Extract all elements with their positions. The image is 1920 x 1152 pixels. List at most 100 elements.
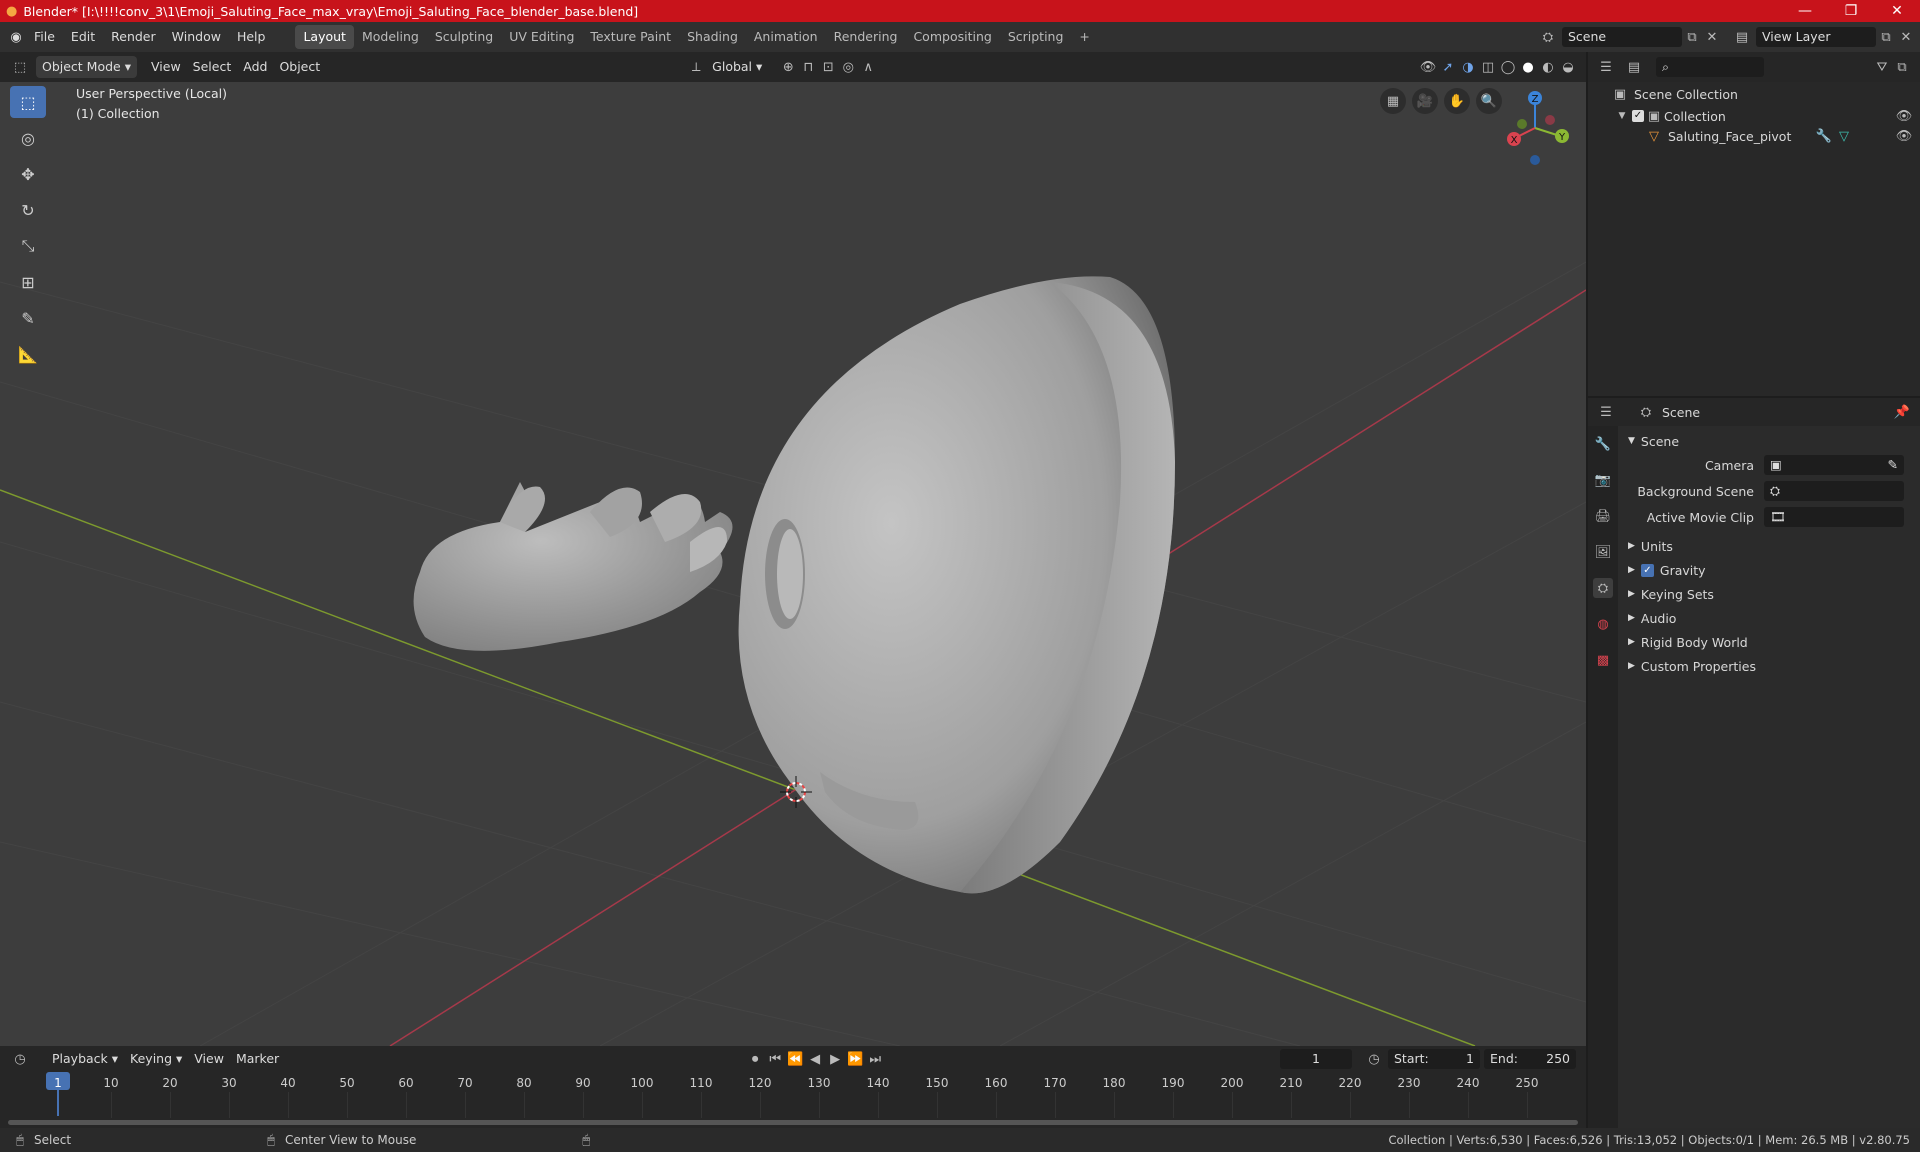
scene-panel-header[interactable]: ▼ Scene (1622, 430, 1916, 452)
new-view-layer-icon[interactable]: ⧉ (1876, 27, 1896, 47)
tab-rendering[interactable]: Rendering (826, 25, 906, 49)
cursor-tool[interactable]: ◎ (10, 122, 46, 154)
menu-help[interactable]: Help (229, 25, 274, 49)
collection-row[interactable]: ▼ ✓ ▣ Collection 👁 (1588, 106, 1920, 126)
view-layer-field[interactable]: View Layer (1756, 27, 1876, 47)
scene-tab-icon[interactable]: ⛭ (1593, 578, 1613, 598)
menu-render[interactable]: Render (103, 25, 164, 49)
menu-window[interactable]: Window (164, 25, 229, 49)
tool-tab-icon[interactable]: 🔧 (1593, 434, 1613, 454)
rotate-tool[interactable]: ↻ (10, 194, 46, 226)
background-scene-field[interactable]: ⛭ (1764, 481, 1904, 501)
snap-icon[interactable]: ⊓ (798, 57, 818, 77)
timeline-scrollbar[interactable] (8, 1120, 1578, 1125)
gizmo-toggle-icon[interactable]: ➚ (1438, 57, 1458, 77)
object-mode-dropdown[interactable]: Object Mode ▾ (36, 56, 137, 78)
tab-uv-editing[interactable]: UV Editing (501, 25, 582, 49)
scene-icon[interactable]: ⛭ (1538, 27, 1558, 47)
camera-field[interactable]: ▣ ✎ (1764, 455, 1904, 475)
collection-checkbox[interactable]: ✓ (1632, 110, 1644, 122)
select-menu[interactable]: Select (187, 56, 238, 78)
orientation-dropdown[interactable]: Global ▾ (706, 56, 768, 78)
tab-animation[interactable]: Animation (746, 25, 826, 49)
snap-target-icon[interactable]: ⊡ (818, 57, 838, 77)
outliner-search-input[interactable]: ⌕ (1656, 57, 1764, 77)
pin-icon[interactable]: 📌 (1892, 402, 1912, 422)
world-tab-icon[interactable]: ◍ (1593, 614, 1613, 634)
camera-view-icon[interactable]: 🎥 (1412, 88, 1438, 114)
menu-edit[interactable]: Edit (63, 25, 103, 49)
tab-compositing[interactable]: Compositing (905, 25, 999, 49)
proportional-edit-icon[interactable]: ◎ (838, 57, 858, 77)
modifier-icon[interactable]: 🔧 (1814, 126, 1834, 146)
material-shading-icon[interactable]: ◐ (1538, 57, 1558, 77)
keying-sets-section[interactable]: ▶ Keying Sets (1622, 582, 1916, 606)
view-layer-icon[interactable]: ▤ (1732, 27, 1752, 47)
object-menu[interactable]: Object (273, 56, 326, 78)
rigid-body-world-section[interactable]: ▶ Rigid Body World (1622, 630, 1916, 654)
hand-model[interactable] (413, 482, 733, 651)
output-tab-icon[interactable]: 🖨 (1593, 506, 1613, 526)
tab-scripting[interactable]: Scripting (1000, 25, 1072, 49)
mesh-data-icon[interactable]: ▽ (1834, 126, 1854, 146)
view-layer-tab-icon[interactable]: 🖼 (1593, 542, 1613, 562)
units-section[interactable]: ▶ Units (1622, 534, 1916, 558)
display-mode-icon[interactable]: ▤ (1624, 57, 1644, 77)
close-button[interactable]: ✕ (1874, 0, 1920, 22)
custom-properties-section[interactable]: ▶ Custom Properties (1622, 654, 1916, 678)
menu-file[interactable]: File (26, 25, 63, 49)
expand-collection-icon[interactable]: ▼ (1612, 106, 1632, 126)
gravity-checkbox[interactable]: ✓ (1640, 563, 1654, 577)
3d-viewport[interactable]: User Perspective (Local) (1) Collection … (0, 82, 1586, 1046)
zoom-icon[interactable]: 🔍 (1476, 88, 1502, 114)
add-workspace-icon[interactable]: + (1071, 25, 1097, 49)
audio-section[interactable]: ▶ Audio (1622, 606, 1916, 630)
tab-texture-paint[interactable]: Texture Paint (582, 25, 679, 49)
scene-collection-row[interactable]: ▣ Scene Collection (1588, 82, 1920, 106)
minimize-button[interactable]: — (1782, 0, 1828, 22)
tab-sculpting[interactable]: Sculpting (427, 25, 501, 49)
object-visibility-icon[interactable]: 👁 (1894, 126, 1914, 146)
outliner-editor-icon[interactable]: ☰ (1596, 57, 1616, 77)
pivot-icon[interactable]: ⊕ (778, 57, 798, 77)
blender-menu-icon[interactable]: ◉ (6, 27, 26, 47)
measure-tool[interactable]: 📐 (10, 338, 46, 370)
delete-view-layer-icon[interactable]: ✕ (1896, 27, 1916, 47)
tab-layout[interactable]: Layout (295, 25, 354, 49)
hand-pan-icon[interactable]: ✋ (1444, 88, 1470, 114)
render-tab-icon[interactable]: 📷 (1593, 470, 1613, 490)
properties-editor-icon[interactable]: ☰ (1596, 402, 1616, 422)
texture-tab-icon[interactable]: ▩ (1593, 650, 1613, 670)
view-menu[interactable]: View (145, 56, 187, 78)
filter-icon[interactable]: ⛛ (1872, 57, 1892, 77)
solid-shading-icon[interactable]: ● (1518, 57, 1538, 77)
annotate-tool[interactable]: ✎ (10, 302, 46, 334)
delete-scene-icon[interactable]: ✕ (1702, 27, 1722, 47)
grid-view-icon[interactable]: ▦ (1380, 88, 1406, 114)
collection-visibility-icon[interactable]: 👁 (1894, 106, 1914, 126)
scene-field[interactable]: Scene (1562, 27, 1682, 47)
gravity-section[interactable]: ▶ ✓ Gravity (1622, 558, 1916, 582)
maximize-button[interactable]: ❐ (1828, 0, 1874, 22)
visibility-icon[interactable]: 👁 (1418, 57, 1438, 77)
navigation-gizmo[interactable]: Z Y X (1500, 86, 1576, 166)
object-row[interactable]: ▽ Saluting_Face_pivot 🔧 ▽ 👁 (1588, 126, 1920, 146)
scale-tool[interactable]: ⤡ (10, 230, 46, 262)
new-collection-icon[interactable]: ⧉ (1892, 57, 1912, 77)
overlay-toggle-icon[interactable]: ◑ (1458, 57, 1478, 77)
face-model[interactable] (738, 276, 1175, 894)
active-movie-clip-field[interactable]: 🎞 (1764, 507, 1904, 527)
tab-shading[interactable]: Shading (679, 25, 746, 49)
select-box-tool[interactable]: ⬚ (10, 86, 46, 118)
transform-tool[interactable]: ⊞ (10, 266, 46, 298)
wireframe-shading-icon[interactable]: ◯ (1498, 57, 1518, 77)
move-tool[interactable]: ✥ (10, 158, 46, 190)
rendered-shading-icon[interactable]: ◒ (1558, 57, 1578, 77)
new-scene-icon[interactable]: ⧉ (1682, 27, 1702, 47)
add-menu[interactable]: Add (237, 56, 273, 78)
editor-type-icon[interactable]: ⬚ (10, 57, 30, 77)
xray-icon[interactable]: ◫ (1478, 57, 1498, 77)
tab-modeling[interactable]: Modeling (354, 25, 427, 49)
falloff-icon[interactable]: ∧ (858, 57, 878, 77)
frame-ruler[interactable]: 1 10 20 30 40 50 60 70 80 90 100 110 120 130 140 150 160… (0, 1046, 1586, 1128)
